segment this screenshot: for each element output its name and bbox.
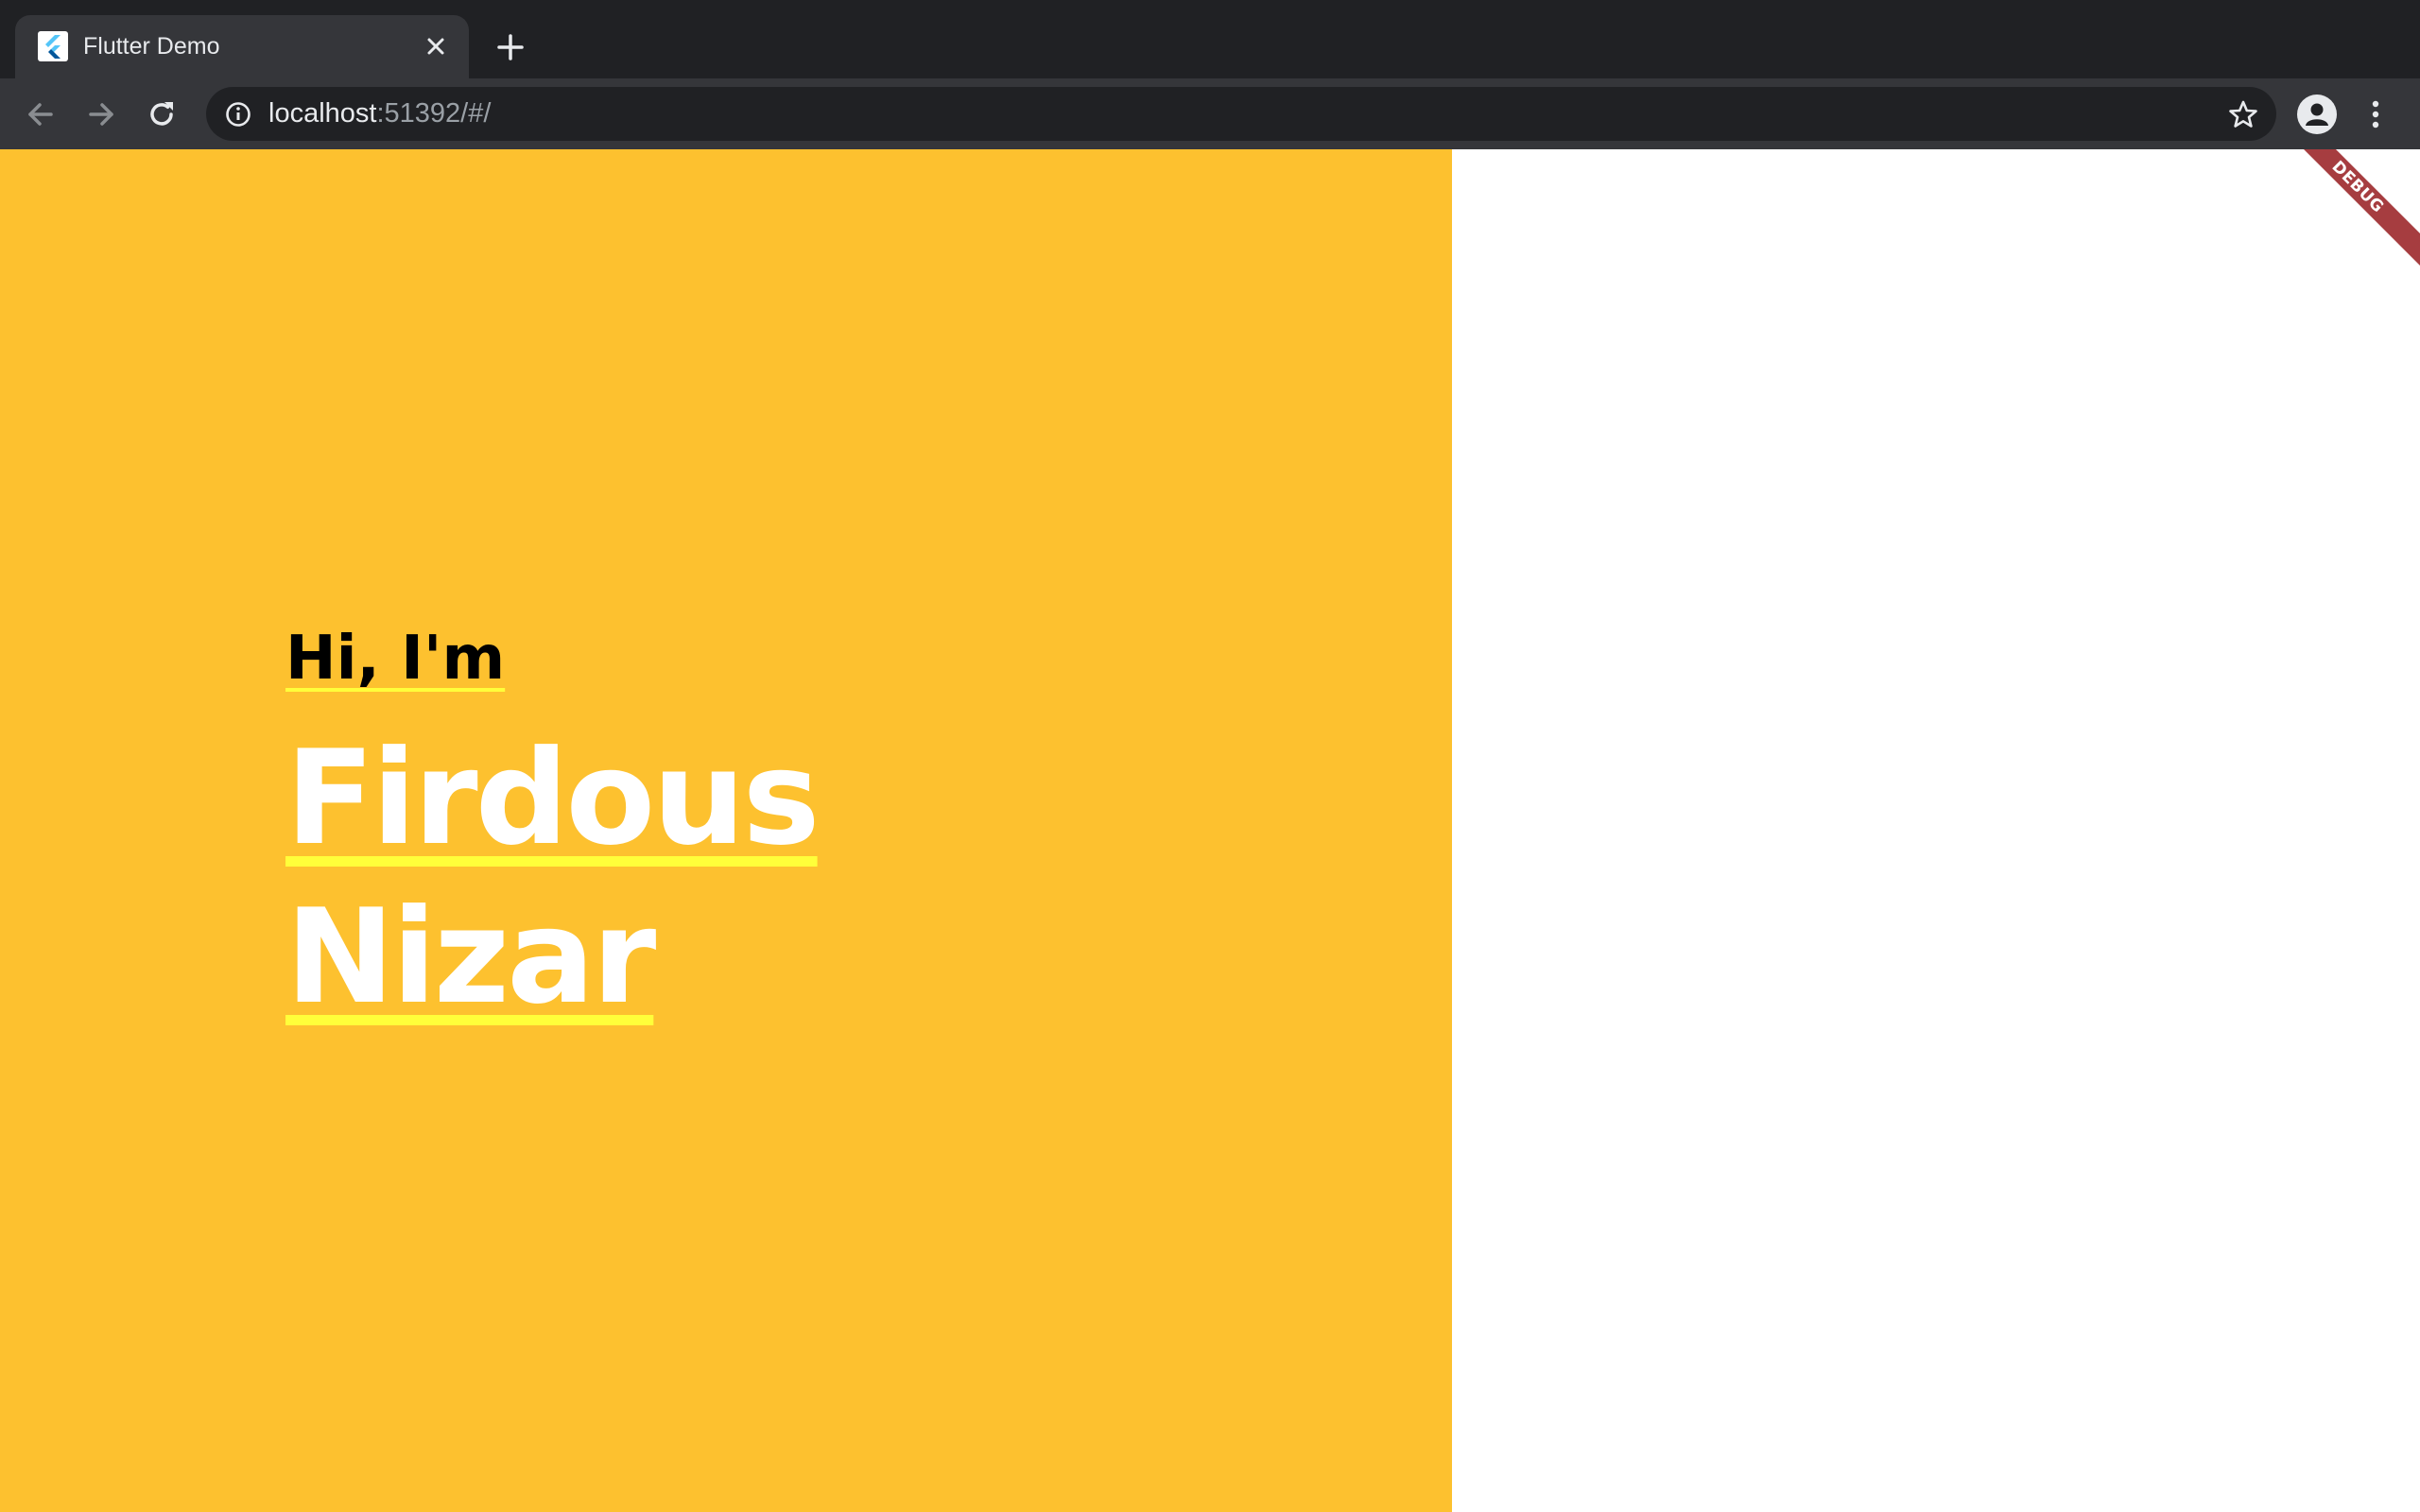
reload-icon	[150, 102, 173, 126]
info-icon[interactable]	[223, 99, 253, 129]
greeting-text: Hi, I'm	[285, 624, 506, 694]
browser-menu-button[interactable]	[2356, 94, 2395, 134]
url-host: localhost	[268, 98, 377, 129]
tab-title: Flutter Demo	[83, 33, 220, 60]
browser-toolbar: localhost:51392/#/	[0, 78, 2420, 149]
plus-icon	[497, 34, 524, 60]
tab-flutter-demo[interactable]: Flutter Demo	[15, 15, 469, 78]
star-icon[interactable]	[2227, 98, 2259, 130]
debug-banner: DEBUG	[2275, 149, 2420, 269]
arrow-left-icon	[28, 103, 53, 126]
arrow-right-icon	[89, 103, 113, 126]
person-icon	[2306, 103, 2328, 126]
browser-window: Flutter Demo localhost:51392/#/ Hi, I'm …	[0, 0, 2420, 1512]
new-tab-button[interactable]	[492, 28, 529, 66]
forward-button[interactable]	[81, 94, 121, 134]
back-button[interactable]	[21, 94, 60, 134]
url-path: :51392/#/	[376, 98, 492, 129]
first-name: Firdous	[285, 722, 821, 874]
flutter-logo-icon	[38, 31, 68, 61]
url-text: localhost:51392/#/	[268, 87, 491, 141]
close-icon[interactable]	[422, 32, 450, 60]
last-name: Nizar	[285, 881, 656, 1033]
address-bar[interactable]: localhost:51392/#/	[206, 87, 2276, 141]
three-dots-vertical-icon	[2372, 100, 2379, 129]
tab-strip: Flutter Demo	[0, 0, 2420, 78]
reload-button[interactable]	[142, 94, 182, 134]
page-content: Hi, I'm Firdous Nizar DEBUG	[0, 149, 2420, 1512]
hero-panel: Hi, I'm Firdous Nizar	[0, 149, 1452, 1512]
profile-button[interactable]	[2297, 94, 2337, 134]
